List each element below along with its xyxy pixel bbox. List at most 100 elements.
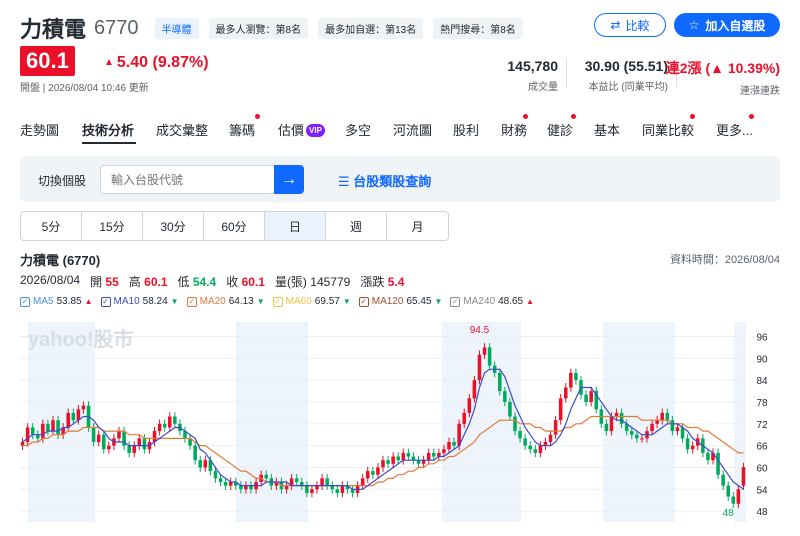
ma-legend-ma60[interactable]: ✓ MA60 69.57 ▼ <box>272 296 351 307</box>
ohlc-volume-label: 量(張) <box>274 275 307 289</box>
checkbox-icon[interactable]: ✓ <box>358 296 369 307</box>
tab-valuation[interactable]: 估價 VIP <box>278 120 325 139</box>
period-30min[interactable]: 30分 <box>143 212 204 240</box>
stock-header: 力積電 6770 半導體 最多人瀏覽：第8名 最多加自選：第13名 熱門搜尋：第… <box>20 12 523 44</box>
ma-value: 58.24 <box>142 296 168 307</box>
ohlc-low-value: 54.4 <box>192 275 217 289</box>
period-60min[interactable]: 60分 <box>204 212 265 240</box>
candle <box>604 423 609 432</box>
period-daily[interactable]: 日 <box>265 212 326 240</box>
candle <box>675 427 680 432</box>
ma-legend: ✓ MA5 53.85 ▲ ✓ MA10 58.24 ▼ ✓ MA20 64.13 ▼ ✓ MA60 69.… <box>20 296 534 307</box>
candle <box>447 442 451 450</box>
ohlc-open: 開 55 <box>90 273 119 290</box>
checkbox-icon[interactable]: ✓ <box>186 296 197 307</box>
ohlc-bar: 2026/08/04 開 55 高 60.1 低 54.4 收 60.1 量(張… <box>20 273 404 290</box>
add-watchlist-button[interactable]: ☆ 加入自選股 <box>674 13 780 37</box>
search-submit-button[interactable]: → <box>274 165 304 194</box>
candle <box>335 489 340 493</box>
ma-legend-ma120[interactable]: ✓ MA120 65.45 ▼ <box>358 296 442 307</box>
ma-value: 53.85 <box>56 296 82 307</box>
ohlc-change-value: 5.4 <box>387 275 405 289</box>
candle <box>218 478 223 482</box>
ohlc-low: 低 54.4 <box>178 273 217 290</box>
update-time: 開盤 | 2026/08/04 10:46 更新 <box>20 83 149 94</box>
rank-tag-search[interactable]: 熱門搜尋：第8名 <box>433 17 523 39</box>
candle <box>107 445 111 450</box>
candle <box>690 445 695 450</box>
candle <box>538 445 543 453</box>
divider <box>566 58 567 88</box>
notification-dot <box>523 114 528 119</box>
month-band <box>442 322 521 522</box>
candle <box>731 496 736 504</box>
candle <box>533 449 538 453</box>
rank-tag-watchlist[interactable]: 最多加自選：第13名 <box>318 17 424 39</box>
checkbox-icon[interactable]: ✓ <box>100 296 111 307</box>
tab-peers[interactable]: 同業比較 <box>642 120 694 139</box>
tab-river[interactable]: 河流圖 <box>393 120 432 139</box>
rank-tag-views[interactable]: 最多人瀏覽：第8名 <box>208 17 309 39</box>
tab-bullbear[interactable]: 多空 <box>345 120 371 139</box>
tab-chips[interactable]: 籌碼 <box>229 120 255 139</box>
candle <box>223 482 228 486</box>
ma-legend-ma10[interactable]: ✓ MA10 58.24 ▼ <box>100 296 179 307</box>
candle <box>548 434 553 442</box>
tab-dividend[interactable]: 股利 <box>453 120 479 139</box>
tab-health[interactable]: 健診 <box>547 120 573 139</box>
stat-volume: 145,780 成交量 <box>507 58 558 93</box>
period-monthly[interactable]: 月 <box>387 212 448 240</box>
tab-trades[interactable]: 成交彙整 <box>156 120 208 139</box>
category-search-link[interactable]: ☰ 台股類股查詢 <box>338 171 431 190</box>
candle <box>142 438 147 450</box>
candle <box>127 445 131 453</box>
tab-trend[interactable]: 走勢圖 <box>20 120 59 139</box>
list-icon: ☰ <box>338 174 354 189</box>
candle <box>619 412 624 424</box>
candle <box>167 416 172 428</box>
candlestick-chart[interactable]: 96 90 84 78 72 66 60 54 48 yahoo!股市 94.5 48 <box>0 316 800 536</box>
ma-legend-ma240[interactable]: ✓ MA240 48.65 ▲ <box>450 296 534 307</box>
checkbox-icon[interactable]: ✓ <box>450 296 461 307</box>
candle <box>81 405 86 410</box>
ohlc-close: 收 60.1 <box>226 273 265 290</box>
period-15min[interactable]: 15分 <box>82 212 143 240</box>
period-5min[interactable]: 5分 <box>21 212 82 240</box>
candle <box>513 416 517 432</box>
y-tick-label: 96 <box>756 333 768 344</box>
candle <box>401 452 406 461</box>
checkbox-icon[interactable]: ✓ <box>20 296 30 307</box>
candle <box>650 423 654 432</box>
candle <box>386 460 390 464</box>
period-weekly[interactable]: 週 <box>326 212 387 240</box>
candle <box>193 445 197 461</box>
compare-label: 比較 <box>625 18 650 33</box>
candle <box>117 431 121 439</box>
ohlc-low-label: 低 <box>177 275 190 289</box>
industry-tag[interactable]: 半導體 <box>154 17 199 39</box>
current-price: 60.1 <box>20 46 75 76</box>
candle <box>371 471 375 475</box>
down-arrow-icon: ▼ <box>342 297 351 306</box>
stock-nav: 走勢圖 技術分析 成交彙整 籌碼 估價 VIP 多空 河流圖 股利 財務 健診 基… <box>0 112 800 146</box>
candle <box>96 434 101 442</box>
tab-basic[interactable]: 基本 <box>594 120 620 139</box>
candle <box>56 420 60 435</box>
down-arrow-icon: ▼ <box>170 297 179 306</box>
ma-legend-ma5[interactable]: ✓ MA5 53.85 ▲ <box>20 296 93 307</box>
candle <box>46 423 50 432</box>
candle <box>320 478 324 486</box>
tab-more[interactable]: 更多... <box>716 120 753 139</box>
candle <box>558 398 563 421</box>
ohlc-high-label: 高 <box>128 275 141 289</box>
compare-button[interactable]: ⇄ 比較 <box>594 13 666 37</box>
candle <box>736 489 741 504</box>
checkbox-icon[interactable]: ✓ <box>272 296 283 307</box>
candle <box>376 467 380 475</box>
stock-code-input[interactable] <box>100 165 294 194</box>
ma-legend-ma20[interactable]: ✓ MA20 64.13 ▼ <box>186 296 265 307</box>
candle <box>670 420 675 432</box>
candle <box>640 438 644 440</box>
tab-financial[interactable]: 財務 <box>501 120 527 139</box>
tab-technical[interactable]: 技術分析 <box>82 120 134 139</box>
